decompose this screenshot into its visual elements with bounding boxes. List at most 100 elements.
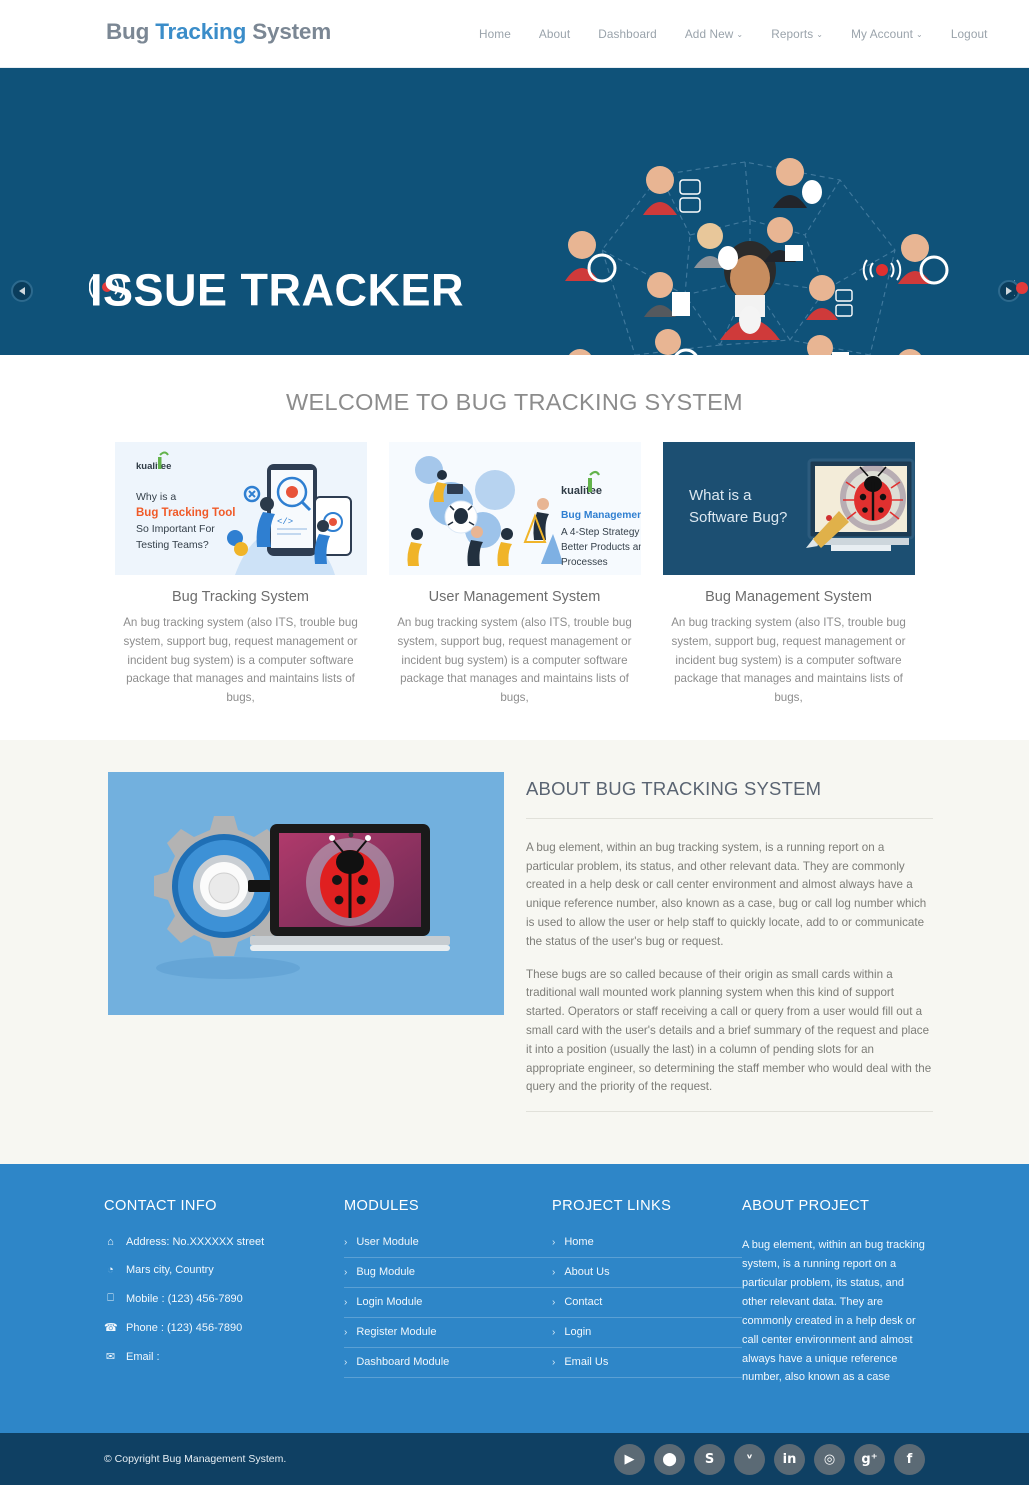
logo-part-1: Bug xyxy=(106,19,156,44)
chevron-right-icon xyxy=(1006,287,1012,295)
footer-link[interactable]: › Register Module xyxy=(344,1326,552,1349)
feature-card[interactable]: kualitee Bug Management – A 4-Step Strat… xyxy=(388,442,641,708)
chevron-left-icon xyxy=(19,287,25,295)
footer-link-label: Bug Module xyxy=(356,1266,416,1279)
dribbble-icon[interactable]: ◎ xyxy=(814,1443,845,1475)
skype-icon[interactable]: S xyxy=(694,1443,725,1475)
footer-link-label: Dashboard Module xyxy=(356,1356,450,1369)
about-illustration xyxy=(108,771,504,1015)
footer-link[interactable]: › Home xyxy=(552,1236,742,1259)
footer-link[interactable]: › User Module xyxy=(344,1236,552,1259)
card1-line4: Testing Teams? xyxy=(136,539,209,551)
hero-signal-icon xyxy=(862,259,902,281)
nav-item-label: My Account xyxy=(851,27,914,41)
bottom-bar: © Copyright Bug Management System. ▶ ⬤ Sᵛ i… xyxy=(0,1433,1029,1485)
footer-link-label: Login xyxy=(564,1326,592,1339)
footer-link[interactable]: › Login Module xyxy=(344,1296,552,1319)
chevron-down-icon: ⌄ xyxy=(736,30,744,39)
card2-line4: Processes xyxy=(561,557,608,568)
copyright-text: © Copyright Bug Management System. xyxy=(104,1453,287,1466)
card3-line2: Software Bug? xyxy=(689,509,787,526)
social-links: ▶ ⬤ Sᵛ in ◎ g⁺ f xyxy=(614,1443,925,1475)
nav-item-reports[interactable]: Reports ⌄ xyxy=(757,27,837,41)
googleplus-icon[interactable]: g⁺ xyxy=(854,1443,885,1475)
about-paragraph-1: A bug element, within an bug tracking sy… xyxy=(526,840,927,948)
nav-item-dashboard[interactable]: Dashboard xyxy=(584,27,671,41)
site-logo[interactable]: Bug Tracking System xyxy=(106,19,331,45)
footer-link-label: Login Module xyxy=(356,1296,423,1309)
footer-link[interactable]: › Contact xyxy=(552,1296,742,1319)
footer-modules-title: MODULES xyxy=(344,1198,419,1215)
twitter-icon[interactable]: ᵛ xyxy=(734,1443,765,1475)
footer-link[interactable]: › Email Us xyxy=(552,1356,742,1379)
chevron-right-icon: › xyxy=(344,1356,348,1368)
footer-link[interactable]: › Login xyxy=(552,1326,742,1349)
nav-item-my-account[interactable]: My Account ⌄ xyxy=(837,27,937,41)
card-description: An bug tracking system (also ITS, troubl… xyxy=(671,616,906,705)
card-title: Bug Management System xyxy=(705,589,872,605)
carousel-prev-button[interactable] xyxy=(11,280,33,302)
feature-card[interactable]: kualitee Why is a Bug Tracking Tool So I… xyxy=(114,442,367,708)
welcome-title: WELCOME TO BUG TRACKING SYSTEM xyxy=(286,389,743,415)
hero-title: ISSUE TRACKER xyxy=(90,264,465,316)
footer-link-label: Contact xyxy=(564,1296,603,1309)
nav-item-label: Dashboard xyxy=(598,27,657,41)
card-thumbnail: What is a Software Bug? xyxy=(662,442,915,575)
nav-item-about[interactable]: About xyxy=(525,27,584,41)
card1-brand: kualitee xyxy=(136,461,171,472)
footer-link[interactable]: › Dashboard Module xyxy=(344,1356,552,1379)
contact-row: ✉ Email : xyxy=(104,1350,344,1364)
about-divider-bottom xyxy=(526,1111,933,1113)
edge-signal-icon xyxy=(1014,280,1028,296)
nav-item-label: Logout xyxy=(950,27,988,41)
contact-row: ⌂ Address: No.XXXXXX street xyxy=(104,1236,344,1248)
chevron-down-icon: ⌄ xyxy=(916,30,923,39)
nav-item-logout[interactable]: Logout xyxy=(937,27,1002,41)
footer-contact-title: CONTACT INFO xyxy=(104,1198,217,1215)
logo-part-2: Tracking xyxy=(155,19,247,44)
card-title: User Management System xyxy=(428,589,601,605)
footer-link-label: Home xyxy=(564,1236,594,1249)
contact-text: Mars city, Country xyxy=(126,1264,214,1277)
nav-item-home[interactable]: Home xyxy=(465,27,525,41)
hero-network-illustration xyxy=(565,158,949,355)
card-thumbnail: kualitee Why is a Bug Tracking Tool So I… xyxy=(114,442,367,575)
nav-item-label: Home xyxy=(479,27,511,41)
card-description: An bug tracking system (also ITS, troubl… xyxy=(397,616,632,705)
footer-link[interactable]: › About Us xyxy=(552,1266,742,1289)
home-icon: ⌂ xyxy=(107,1236,114,1249)
linkedin-icon[interactable]: in xyxy=(774,1443,805,1475)
feature-cards: kualitee Why is a Bug Tracking Tool So I… xyxy=(0,442,1029,708)
card1-line3: So Important For xyxy=(136,523,215,535)
github-icon[interactable]: ⬤ xyxy=(654,1443,685,1475)
card2-brand: kualitee xyxy=(561,485,602,497)
about-body: ABOUT BUG TRACKING SYSTEM A bug element,… xyxy=(526,772,933,1113)
about-paragraph-2: These bugs are so called because of thei… xyxy=(526,967,932,1094)
feature-card[interactable]: What is a Software Bug? Bug Management S… xyxy=(662,442,915,708)
about-title: ABOUT BUG TRACKING SYSTEM xyxy=(526,777,822,799)
footer-link[interactable]: › Bug Module xyxy=(344,1266,552,1289)
contact-text: Mobile : (123) 456-7890 xyxy=(126,1292,243,1305)
site-footer: CONTACT INFO ⌂ Address: No.XXXXXX street ◔… xyxy=(0,1164,1029,1434)
footer-project-links-column: PROJECT LINKS › Home › About Us › Contact › Log… xyxy=(552,1198,742,1387)
logo-part-3: System xyxy=(246,19,332,44)
mobile-icon: ⎕ xyxy=(107,1292,114,1305)
svg-text:</>: </> xyxy=(277,517,293,527)
card2-line2: A 4-Step Strategy for xyxy=(561,527,641,538)
footer-contact-column: CONTACT INFO ⌂ Address: No.XXXXXX street ◔… xyxy=(104,1198,344,1387)
card2-line1: Bug Management – xyxy=(561,510,641,521)
chevron-right-icon: › xyxy=(552,1356,556,1368)
chevron-right-icon: › xyxy=(344,1266,348,1278)
nav-item-label: About xyxy=(538,27,571,41)
footer-link-label: Email Us xyxy=(564,1356,609,1369)
chevron-right-icon: › xyxy=(552,1296,556,1308)
chevron-down-icon: ⌄ xyxy=(816,30,824,39)
card-description: An bug tracking system (also ITS, troubl… xyxy=(123,616,358,705)
site-header: Bug Tracking System Home About Dashboard Ad… xyxy=(0,0,1029,68)
chevron-right-icon: › xyxy=(552,1266,556,1278)
youtube-icon[interactable]: ▶ xyxy=(614,1443,645,1475)
footer-link-label: User Module xyxy=(356,1236,419,1249)
facebook-icon[interactable]: f xyxy=(894,1443,925,1475)
nav-item-add-new[interactable]: Add New ⌄ xyxy=(671,27,757,41)
chevron-right-icon: › xyxy=(552,1236,556,1248)
